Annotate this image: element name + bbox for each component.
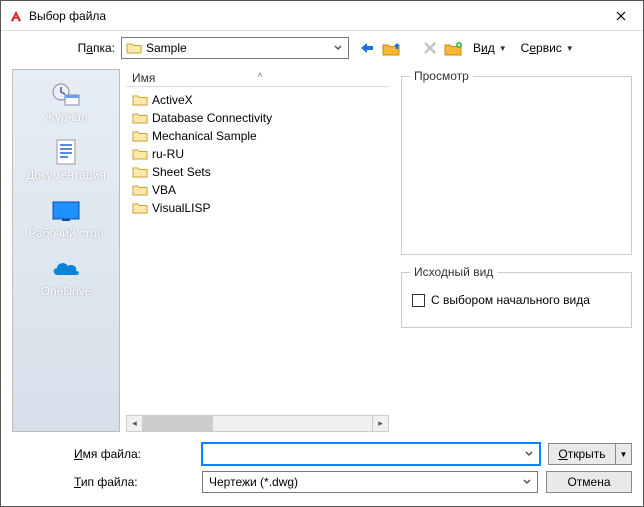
cancel-button[interactable]: Отмена (546, 471, 632, 493)
starting-view-checkbox[interactable] (412, 294, 425, 307)
file-item[interactable]: ru-RU (130, 145, 389, 163)
folder-label: Папка: (1, 41, 121, 55)
delete-icon[interactable] (423, 41, 437, 55)
places-bar: Журнал Документация Рабочий стол OneDriv… (12, 69, 120, 432)
folder-icon (132, 93, 148, 107)
window-title: Выбор файла (29, 9, 598, 23)
new-folder-icon[interactable] (443, 39, 463, 57)
list-header[interactable]: Имя ˄ (126, 69, 389, 87)
right-pane: Просмотр Исходный вид С выбором начально… (395, 69, 632, 432)
sort-indicator-icon: ˄ (258, 70, 263, 80)
file-name: ru-RU (152, 147, 184, 161)
horizontal-scrollbar[interactable]: ◂ ▸ (126, 415, 389, 432)
file-name: Sheet Sets (152, 165, 211, 179)
folder-icon (126, 41, 142, 55)
file-select-dialog: Выбор файла Папка: Sample (0, 0, 644, 507)
filetype-combo[interactable]: Чертежи (*.dwg) (202, 471, 538, 493)
folder-icon (132, 201, 148, 215)
folder-icon (132, 129, 148, 143)
folder-icon (132, 111, 148, 125)
open-button[interactable]: Открыть (548, 443, 616, 465)
filetype-label: Тип файла: (12, 475, 194, 489)
origin-group: Исходный вид С выбором начального вида (401, 265, 632, 328)
caret-down-icon: ▼ (566, 44, 574, 53)
file-name: VBA (152, 183, 176, 197)
file-name: Database Connectivity (152, 111, 272, 125)
up-folder-icon[interactable] (381, 39, 401, 57)
folder-icon (132, 147, 148, 161)
chevron-down-icon (521, 451, 537, 457)
filename-label: Имя файла: (12, 447, 194, 461)
folder-dropdown[interactable]: Sample (121, 37, 349, 59)
open-button-dropdown[interactable]: ▼ (616, 443, 632, 465)
preview-group: Просмотр (401, 69, 632, 255)
history-icon (49, 80, 83, 110)
place-onedrive[interactable]: OneDrive (13, 250, 119, 306)
origin-legend: Исходный вид (410, 265, 497, 279)
toolbar-icons: Вид ▼ Сервис ▼ (357, 39, 578, 57)
file-name: ActiveX (152, 93, 193, 107)
file-item[interactable]: Database Connectivity (130, 109, 389, 127)
file-item[interactable]: ActiveX (130, 91, 389, 109)
place-documents[interactable]: Документация (13, 134, 119, 190)
folder-icon (132, 165, 148, 179)
dialog-body: Журнал Документация Рабочий стол OneDriv… (1, 65, 643, 436)
onedrive-icon (49, 254, 83, 284)
scroll-left-button[interactable]: ◂ (126, 415, 143, 432)
file-item[interactable]: VisualLISP (130, 199, 389, 217)
starting-view-label: С выбором начального вида (431, 293, 590, 307)
chevron-down-icon (330, 45, 346, 51)
column-name: Имя (126, 71, 155, 85)
service-menu[interactable]: Сервис ▼ (517, 41, 578, 55)
close-button[interactable] (598, 1, 643, 30)
folder-dropdown-value: Sample (142, 41, 330, 55)
filetype-value: Чертежи (*.dwg) (209, 475, 519, 489)
file-item[interactable]: VBA (130, 181, 389, 199)
caret-down-icon: ▼ (620, 450, 628, 459)
file-list[interactable]: ActiveX Database Connectivity Mechanical S… (126, 87, 389, 415)
toolbar: Папка: Sample (1, 31, 643, 65)
bottom-controls: Имя файла: Открыть ▼ Тип файла: Чертежи … (1, 436, 643, 506)
scroll-thumb[interactable] (143, 416, 213, 431)
caret-down-icon: ▼ (499, 44, 507, 53)
scroll-track[interactable] (143, 415, 372, 432)
desktop-icon (49, 196, 83, 226)
file-name: VisualLISP (152, 201, 210, 215)
file-list-pane: Имя ˄ ActiveX Database Connectivity Mechan… (126, 69, 389, 432)
file-item[interactable]: Mechanical Sample (130, 127, 389, 145)
preview-legend: Просмотр (410, 69, 473, 83)
origin-checkbox-row: С выбором начального вида (410, 285, 623, 321)
autocad-app-icon (9, 9, 23, 23)
place-history[interactable]: Журнал (13, 76, 119, 132)
chevron-down-icon (519, 479, 535, 485)
documents-icon (49, 138, 83, 168)
file-name: Mechanical Sample (152, 129, 257, 143)
view-menu[interactable]: Вид ▼ (469, 41, 511, 55)
scroll-right-button[interactable]: ▸ (372, 415, 389, 432)
filename-combo[interactable] (202, 443, 540, 465)
back-icon[interactable] (357, 40, 375, 56)
place-desktop[interactable]: Рабочий стол (13, 192, 119, 248)
file-item[interactable]: Sheet Sets (130, 163, 389, 181)
folder-icon (132, 183, 148, 197)
titlebar: Выбор файла (1, 1, 643, 31)
